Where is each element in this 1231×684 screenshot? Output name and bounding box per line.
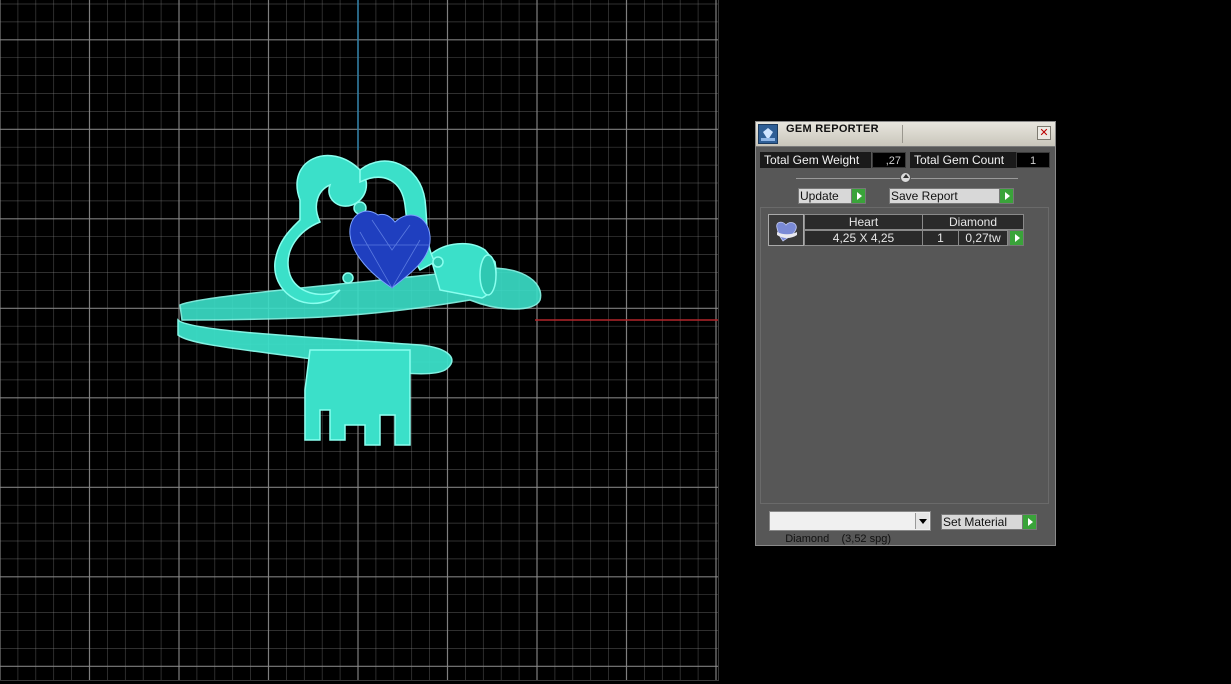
gem-reporter-icon: [758, 124, 778, 144]
play-arrow-icon: [851, 189, 865, 203]
gem-weight-cell: 0,27tw: [958, 230, 1008, 246]
gem-list[interactable]: Heart Diamond 4,25 X 4,25 1 0,27tw: [760, 207, 1049, 504]
gem-shape-header: Heart: [804, 214, 923, 230]
title-separator: [902, 125, 903, 143]
gem-material-header: Diamond: [922, 214, 1024, 230]
heart-gem-thumbnail-icon: [768, 214, 804, 246]
update-label: Update: [800, 189, 839, 203]
viewport-canvas[interactable]: [0, 0, 718, 680]
set-material-button[interactable]: Set Material: [941, 514, 1037, 530]
save-report-label: Save Report: [891, 189, 958, 203]
play-arrow-icon: [1009, 231, 1023, 245]
material-select-value: Diamond (3,52 spg): [785, 533, 892, 545]
close-icon[interactable]: ✕: [1037, 126, 1051, 140]
set-material-label: Set Material: [943, 515, 1008, 529]
total-gem-weight-value: ,27: [872, 152, 906, 168]
gem-count-cell: 1: [922, 230, 959, 246]
panel-title: GEM REPORTER: [786, 123, 879, 135]
total-gem-count-label: Total Gem Count: [910, 152, 1016, 168]
total-gem-weight-label: Total Gem Weight: [760, 152, 871, 168]
gem-reporter-panel: GEM REPORTER ✕ Total Gem Weight ,27 Tota…: [755, 121, 1056, 546]
gem-size-cell: 4,25 X 4,25: [804, 230, 923, 246]
collapse-toggle-icon[interactable]: [900, 172, 911, 183]
play-arrow-icon: [1022, 515, 1036, 529]
material-select[interactable]: Diamond (3,52 spg): [769, 511, 931, 545]
update-button[interactable]: Update: [798, 188, 866, 204]
panel-titlebar[interactable]: GEM REPORTER ✕: [756, 122, 1055, 147]
save-report-button[interactable]: Save Report: [889, 188, 1014, 204]
gem-row-go-button[interactable]: [1008, 230, 1024, 246]
play-arrow-icon: [999, 189, 1013, 203]
viewport-3d[interactable]: [0, 0, 719, 681]
chevron-down-icon[interactable]: [915, 513, 929, 529]
total-gem-count-value: 1: [1016, 152, 1050, 168]
